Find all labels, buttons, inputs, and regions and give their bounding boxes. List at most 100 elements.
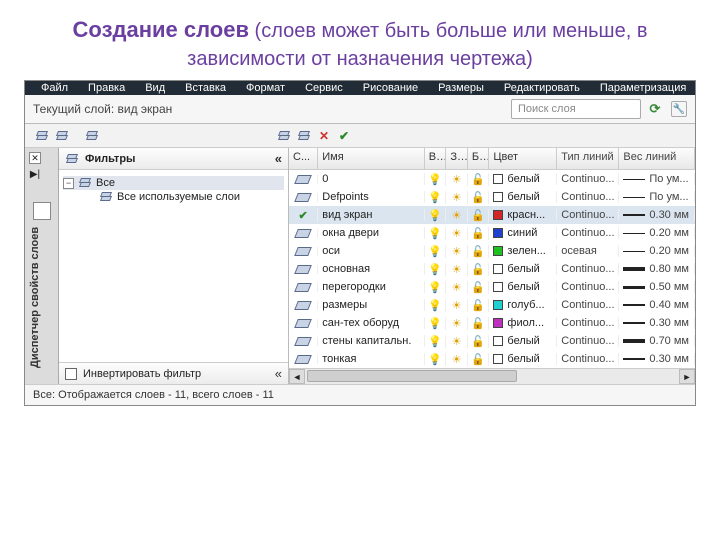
col-frozen[interactable]: З... [446,148,468,169]
new-filter-button[interactable] [33,127,51,145]
layer-name-cell[interactable]: перегородки [318,281,425,293]
menu-item[interactable]: Вставка [185,82,226,94]
layer-on-toggle[interactable]: 💡 [425,173,447,186]
menu-item[interactable]: Вид [145,82,165,94]
table-row[interactable]: Defpoints💡☀🔓белыйContinuo...По ум... [289,188,695,206]
table-row[interactable]: ✔вид экран💡☀🔓красн...Continuo...0.30 мм [289,206,695,224]
layer-color-cell[interactable]: зелен... [489,245,557,257]
layer-color-cell[interactable]: синий [489,227,557,239]
layer-frozen-toggle[interactable]: ☀ [446,191,468,204]
layer-color-cell[interactable]: фиол... [489,317,557,329]
menu-item[interactable]: Правка [88,82,125,94]
layer-lineweight-cell[interactable]: 0.30 мм [619,209,695,221]
menu-item[interactable]: Редактировать [504,82,580,94]
layer-frozen-toggle[interactable]: ☀ [446,263,468,276]
layer-lock-toggle[interactable]: 🔓 [468,227,490,240]
new-layer-all-viewports-button[interactable] [295,127,313,145]
table-row[interactable]: сан-тех оборуд💡☀🔓фиол...Continuo...0.30 … [289,314,695,332]
col-on[interactable]: В... [425,148,447,169]
layer-on-toggle[interactable]: 💡 [425,209,447,222]
layer-lineweight-cell[interactable]: 0.20 мм [619,245,695,257]
layer-on-toggle[interactable]: 💡 [425,245,447,258]
layer-on-toggle[interactable]: 💡 [425,335,447,348]
layer-name-cell[interactable]: размеры [318,299,425,311]
new-layer-button[interactable] [275,127,293,145]
table-row[interactable]: 0💡☀🔓белыйContinuo...По ум... [289,170,695,188]
scroll-left-icon[interactable]: ◄ [289,369,305,384]
layer-lock-toggle[interactable]: 🔓 [468,245,490,258]
layer-name-cell[interactable]: сан-тех оборуд [318,317,425,329]
col-color[interactable]: Цвет [489,148,557,169]
collapse-footer-icon[interactable]: « [275,366,282,381]
table-row[interactable]: тонкая💡☀🔓белыйContinuo...0.30 мм [289,350,695,368]
layer-lock-toggle[interactable]: 🔓 [468,191,490,204]
layer-lock-toggle[interactable]: 🔓 [468,173,490,186]
set-current-button[interactable]: ✔ [335,127,353,145]
menu-item[interactable]: Рисование [363,82,418,94]
layer-name-cell[interactable]: окна двери [318,227,425,239]
layer-lineweight-cell[interactable]: 0.20 мм [619,227,695,239]
menu-item[interactable]: Размеры [438,82,484,94]
layer-linetype-cell[interactable]: Continuo... [557,317,619,329]
layer-frozen-toggle[interactable]: ☀ [446,299,468,312]
layer-lock-toggle[interactable]: 🔓 [468,263,490,276]
layer-linetype-cell[interactable]: Continuo... [557,281,619,293]
layer-linetype-cell[interactable]: Continuo... [557,227,619,239]
layer-on-toggle[interactable]: 💡 [425,299,447,312]
layer-color-cell[interactable]: белый [489,263,557,275]
layer-color-cell[interactable]: белый [489,173,557,185]
layer-color-cell[interactable]: белый [489,335,557,347]
table-row[interactable]: стены капитальн.💡☀🔓белыйContinuo...0.70 … [289,332,695,350]
layer-linetype-cell[interactable]: осевая [557,245,619,257]
table-row[interactable]: основная💡☀🔓белыйContinuo...0.80 мм [289,260,695,278]
layer-name-cell[interactable]: оси [318,245,425,257]
layer-linetype-cell[interactable]: Continuo... [557,263,619,275]
layer-lineweight-cell[interactable]: 0.70 мм [619,335,695,347]
autohide-icon[interactable]: ▶| [29,168,41,180]
filter-tree-used[interactable]: Все используемые слои [63,190,284,204]
layer-lineweight-cell[interactable]: 0.30 мм [619,317,695,329]
layer-name-cell[interactable]: основная [318,263,425,275]
layer-frozen-toggle[interactable]: ☀ [446,281,468,294]
layer-color-cell[interactable]: белый [489,281,557,293]
layer-linetype-cell[interactable]: Continuo... [557,173,619,185]
layer-lock-toggle[interactable]: 🔓 [468,281,490,294]
layer-lineweight-cell[interactable]: По ум... [619,173,695,185]
tree-expand-icon[interactable]: − [63,178,74,189]
menu-item[interactable]: Параметризация [600,82,686,94]
layer-name-cell[interactable]: вид экран [318,209,425,221]
layer-linetype-cell[interactable]: Continuo... [557,353,619,365]
layer-lock-toggle[interactable]: 🔓 [468,299,490,312]
layer-on-toggle[interactable]: 💡 [425,317,447,330]
layer-lock-toggle[interactable]: 🔓 [468,353,490,366]
horizontal-scrollbar[interactable]: ◄ ► [289,368,695,384]
layer-color-cell[interactable]: красн... [489,209,557,221]
menu-item[interactable]: Файл [41,82,68,94]
menu-item[interactable]: Сервис [305,82,343,94]
layer-frozen-toggle[interactable]: ☀ [446,209,468,222]
collapse-filters-icon[interactable]: « [275,151,282,166]
layer-lineweight-cell[interactable]: 0.80 мм [619,263,695,275]
layer-frozen-toggle[interactable]: ☀ [446,245,468,258]
layer-name-cell[interactable]: тонкая [318,353,425,365]
layer-lineweight-cell[interactable]: По ум... [619,191,695,203]
col-linetype[interactable]: Тип линий [557,148,619,169]
layer-frozen-toggle[interactable]: ☀ [446,317,468,330]
layer-frozen-toggle[interactable]: ☀ [446,353,468,366]
table-row[interactable]: размеры💡☀🔓голуб...Continuo...0.40 мм [289,296,695,314]
invert-filter-checkbox[interactable] [65,368,77,380]
table-row[interactable]: окна двери💡☀🔓синийContinuo...0.20 мм [289,224,695,242]
col-status[interactable]: С... [289,148,318,169]
layer-lineweight-cell[interactable]: 0.50 мм [619,281,695,293]
layer-on-toggle[interactable]: 💡 [425,263,447,276]
layer-state-button[interactable] [83,127,101,145]
layer-name-cell[interactable]: 0 [318,173,425,185]
new-group-filter-button[interactable] [53,127,71,145]
layer-color-cell[interactable]: голуб... [489,299,557,311]
layer-frozen-toggle[interactable]: ☀ [446,335,468,348]
layer-lock-toggle[interactable]: 🔓 [468,317,490,330]
col-lineweight[interactable]: Вес линий [619,148,695,169]
refresh-icon[interactable]: ⟳ [647,101,663,117]
layer-name-cell[interactable]: Defpoints [318,191,425,203]
search-input[interactable]: Поиск слоя [511,99,641,119]
